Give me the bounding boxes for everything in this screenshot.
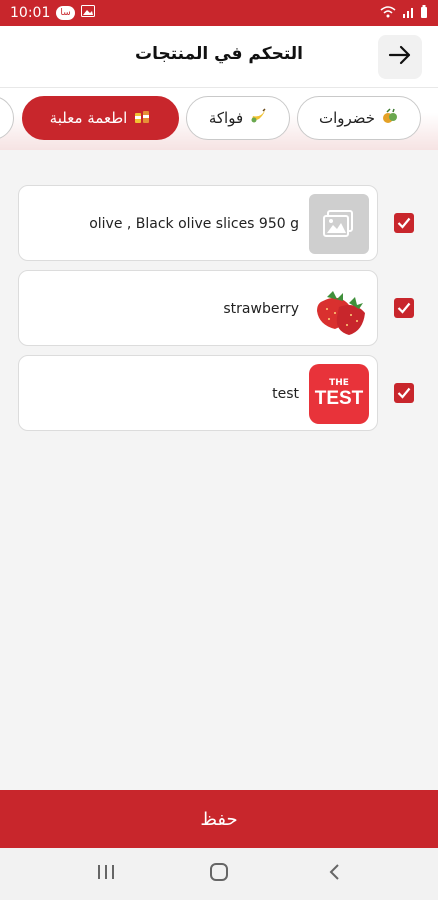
- tab-label: اطعمة معلبة: [49, 109, 128, 127]
- home-button[interactable]: [205, 860, 233, 888]
- tab-label: فواكة: [208, 109, 244, 127]
- status-time: 10:01: [10, 5, 51, 21]
- logo-line-1: THE: [329, 378, 349, 388]
- list-item: THE TEST test: [0, 355, 438, 433]
- recent-apps-button[interactable]: [92, 860, 120, 888]
- signal-icon: [402, 6, 414, 21]
- product-name: test: [272, 386, 299, 402]
- system-nav-bar: [0, 848, 438, 900]
- product-name: olive , Black olive slices 950 g: [89, 216, 299, 232]
- product-checkbox[interactable]: [394, 298, 414, 318]
- product-checkbox[interactable]: [394, 383, 414, 403]
- banana-icon: [249, 107, 267, 129]
- canned-food-icon: [133, 107, 151, 129]
- tab-label: خضروات: [318, 109, 376, 127]
- product-card[interactable]: strawberry: [18, 270, 378, 346]
- status-bar: 10:01 سا: [0, 0, 438, 26]
- home-icon: [209, 862, 229, 886]
- test-logo-image: THE TEST: [309, 364, 369, 424]
- page-title: التحكم في المنتجات: [135, 44, 303, 64]
- product-card[interactable]: olive , Black olive slices 950 g: [18, 185, 378, 261]
- gallery-icon: [80, 5, 95, 21]
- check-icon: [397, 384, 411, 403]
- tab-canned-food[interactable]: اطعمة معلبة: [22, 96, 179, 140]
- placeholder-image-icon: [309, 194, 369, 254]
- product-card[interactable]: THE TEST test: [18, 355, 378, 431]
- notification-badge: سا: [56, 6, 75, 20]
- recent-apps-icon: [97, 864, 115, 884]
- list-item: strawberry: [0, 270, 438, 348]
- arrow-right-icon: [388, 45, 412, 69]
- product-checkbox[interactable]: [394, 213, 414, 233]
- save-button[interactable]: حفظ: [0, 790, 438, 848]
- strawberry-image: [309, 279, 369, 339]
- wifi-icon: [380, 5, 396, 21]
- list-item: olive , Black olive slices 950 g: [0, 185, 438, 263]
- vegetables-icon: [381, 107, 399, 129]
- back-nav-button[interactable]: [320, 860, 348, 888]
- chevron-left-icon: [328, 863, 340, 885]
- tab-partial[interactable]: [0, 96, 14, 140]
- category-tabs: خضروات فواكة اطعمة معلبة: [0, 88, 438, 150]
- app-header: التحكم في المنتجات: [0, 26, 438, 88]
- check-icon: [397, 214, 411, 233]
- back-button[interactable]: [378, 35, 422, 79]
- save-label: حفظ: [200, 808, 238, 830]
- check-icon: [397, 299, 411, 318]
- logo-line-2: TEST: [314, 388, 364, 409]
- product-name: strawberry: [223, 301, 299, 317]
- tab-fruits[interactable]: فواكة: [186, 96, 290, 140]
- tab-vegetables[interactable]: خضروات: [297, 96, 421, 140]
- battery-icon: [420, 4, 428, 22]
